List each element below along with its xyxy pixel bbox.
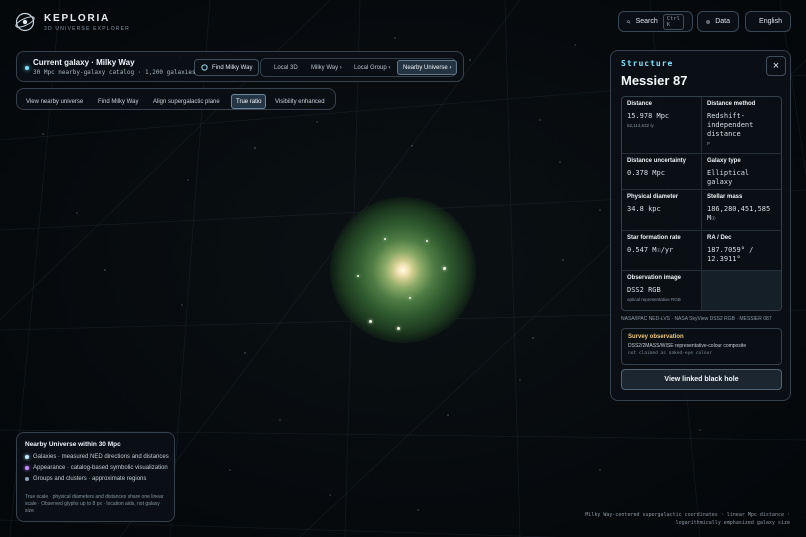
legend-item-appearance: Appearance · catalog-based symbolic visu… [25, 465, 168, 471]
survey-title: Survey observation [628, 334, 684, 340]
language-label: English [759, 18, 782, 25]
property-stellar-mass: Stellar mass 186,280,451,585 M☉ [702, 190, 781, 231]
property-observation-image: Observation image DSS2 RGB optical repre… [622, 271, 702, 310]
properties-grid: Distance 15.978 Mpc 52,113,632 ly Distan… [621, 96, 782, 311]
search-button[interactable]: Search Ctrl K [618, 11, 693, 32]
legend-item-groups: Groups and clusters · approximate region… [25, 476, 146, 482]
kepleria-logo-icon [15, 12, 35, 32]
tab-local-3d[interactable]: Local 3D [269, 60, 303, 75]
find-milky-way-button[interactable]: Find Milky Way [94, 94, 142, 109]
data-sources: NASA/IPAC NED-LVS · NASA SkyView DSS2 RG… [621, 316, 772, 322]
legend-panel: Nearby Universe within 30 Mpc Galaxies ·… [16, 432, 175, 522]
target-icon [201, 64, 208, 71]
star-sparkle [426, 240, 428, 242]
property-galaxy-type: Galaxy type Elliptical galaxy [702, 154, 781, 190]
tab-nearby-universe[interactable]: Nearby Universe › [397, 60, 458, 75]
star-sparkle [409, 297, 411, 299]
legend-title: Nearby Universe within 30 Mpc [25, 441, 121, 448]
language-button[interactable]: English [745, 11, 791, 32]
object-title: Messier 87 [621, 73, 688, 88]
find-milky-way-chip[interactable]: Find Milky Way [194, 59, 260, 76]
star-sparkle [357, 275, 359, 277]
close-button[interactable]: × [766, 56, 786, 76]
visibility-enhanced-button[interactable]: Visibility enhanced [271, 94, 329, 109]
coordinate-footer: Milky Way-centered supergalactic coordin… [585, 511, 790, 527]
legend-note: True scale · physical diameters and dist… [25, 494, 164, 514]
star-sparkle [443, 267, 446, 270]
view-nearby-universe-button[interactable]: View nearby universe [22, 94, 87, 109]
property-ra-dec: RA / Dec 187.7059° / 12.3911° [702, 231, 781, 271]
property-empty-cell [702, 271, 781, 310]
galaxy-image-messier-87[interactable] [330, 197, 476, 343]
section-label: Structure [621, 59, 674, 68]
search-icon [627, 19, 631, 24]
footer-line-1: Milky Way-centered supergalactic coordin… [585, 512, 790, 518]
legend-item-galaxies: Galaxies · measured NED directions and d… [25, 454, 169, 460]
data-label: Data [715, 18, 730, 25]
footer-line-2: logarithmically emphasized galaxy size [675, 520, 790, 526]
current-galaxy-subtitle: 30 Mpc nearby-galaxy catalog · 1,200 gal… [33, 69, 196, 76]
tab-milky-way[interactable]: Milky Way › [306, 60, 347, 75]
align-supergalactic-plane-button[interactable]: Align supergalactic plane [149, 94, 224, 109]
view-linked-black-hole-button[interactable]: View linked black hole [621, 369, 782, 390]
survey-note: not claimed as naked-eye colour [628, 351, 712, 356]
app-title: KEPLORIA [44, 12, 111, 24]
star-sparkle [384, 238, 386, 240]
object-detail-panel: Structure Messier 87 × Distance 15.978 M… [610, 50, 791, 401]
property-distance-method: Distance method Redshift-independent dis… [702, 97, 781, 154]
view-toolbar: View nearby universe Find Milky Way Alig… [16, 88, 336, 110]
current-galaxy-title: Current galaxy · Milky Way [33, 58, 135, 67]
survey-subtitle: DSS2/2MASS/WISE representative-colour co… [628, 343, 747, 349]
data-button[interactable]: Data [697, 11, 739, 32]
data-icon [706, 19, 710, 24]
survey-observation-card: Survey observation DSS2/2MASS/WISE repre… [621, 328, 782, 365]
tab-local-group[interactable]: Local Group › [349, 60, 395, 75]
property-distance: Distance 15.978 Mpc 52,113,632 ly [622, 97, 702, 154]
current-galaxy-indicator [25, 66, 29, 70]
appearance-dot-icon [25, 466, 29, 470]
true-ratio-button[interactable]: True ratio [231, 94, 267, 109]
star-sparkle [397, 327, 400, 330]
search-shortcut-badge: Ctrl K [662, 13, 684, 30]
app-subtitle: 3D UNIVERSE EXPLORER [44, 25, 130, 32]
search-label: Search [635, 18, 658, 25]
brand[interactable]: KEPLORIA 3D UNIVERSE EXPLORER [14, 11, 130, 33]
property-star-formation-rate: Star formation rate 0.547 M☉/yr [622, 231, 702, 271]
star-sparkle [369, 320, 372, 323]
groups-dot-icon [25, 477, 29, 481]
scale-tabs: Local 3D Milky Way › Local Group › Nearb… [260, 58, 458, 77]
current-galaxy-panel: Current galaxy · Milky Way 30 Mpc nearby… [16, 51, 464, 82]
property-physical-diameter: Physical diameter 34.8 kpc [622, 190, 702, 231]
find-milky-way-label: Find Milky Way [212, 64, 253, 71]
galaxies-dot-icon [25, 455, 29, 459]
property-distance-uncertainty: Distance uncertainty 0.378 Mpc [622, 154, 702, 190]
